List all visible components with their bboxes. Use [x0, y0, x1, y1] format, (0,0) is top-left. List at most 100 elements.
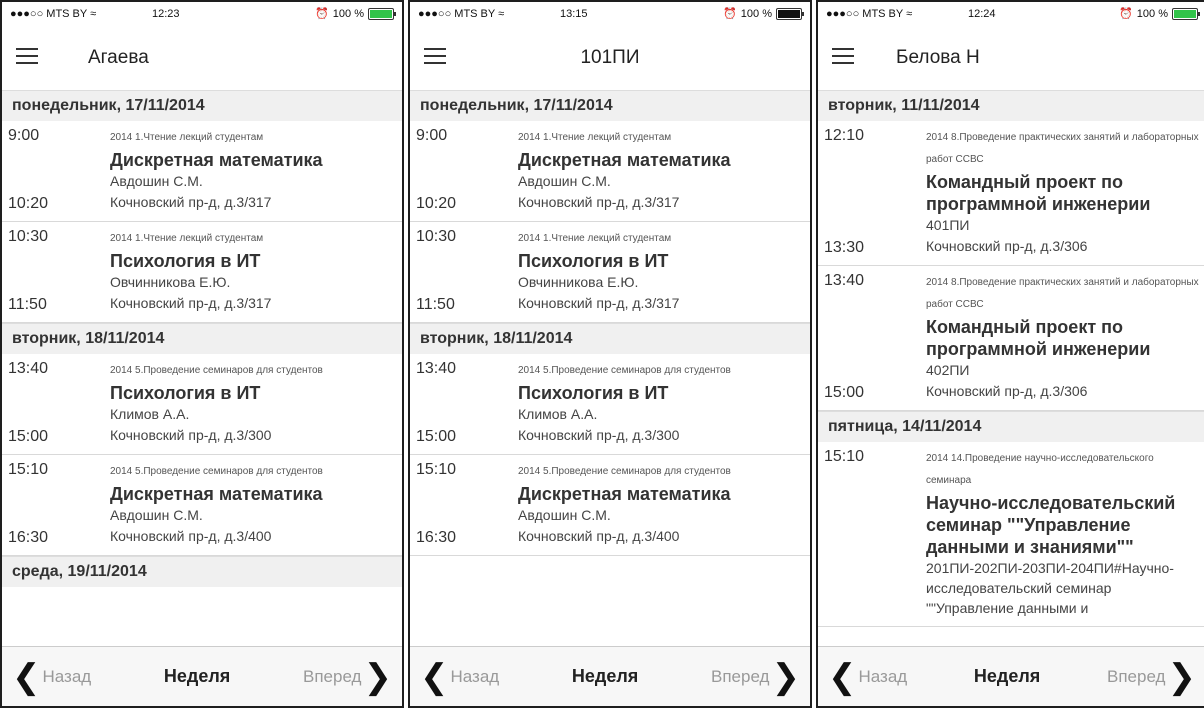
forward-button[interactable]: Вперед ❯	[1107, 660, 1196, 694]
lesson-item[interactable]: 13:40 15:00 2014 5.Проведение семинаров дл…	[410, 354, 810, 455]
lesson-type: 2014 14.Проведение научно-исследовательс…	[926, 453, 1154, 486]
back-label: Назад	[858, 666, 908, 686]
lesson-end-time: 13:30	[824, 239, 865, 256]
battery-indicator: ⏰ 100 %	[1119, 7, 1200, 20]
day-header: понедельник, 17/11/2014	[2, 90, 402, 121]
forward-button[interactable]: Вперед ❯	[303, 660, 392, 694]
lesson-subject: Командный проект по программной инженери…	[926, 172, 1151, 214]
lesson-item[interactable]: 10:30 11:50 2014 1.Чтение лекций студентам…	[2, 222, 402, 323]
lesson-teacher: 201ПИ-202ПИ-203ПИ-204ПИ#Научно-исследова…	[926, 560, 1174, 616]
status-time: 12:23	[152, 8, 180, 20]
lesson-details: 2014 5.Проведение семинаров для студенто…	[110, 360, 402, 446]
week-navigation: ❮ Назад Неделя Вперед ❯	[410, 646, 810, 706]
day-header: вторник, 18/11/2014	[2, 323, 402, 354]
back-button[interactable]: ❮ Назад	[828, 660, 907, 694]
page-title: Белова Н	[896, 47, 980, 68]
forward-label: Вперед	[711, 666, 770, 686]
battery-icon	[776, 7, 804, 20]
schedule-list[interactable]: вторник, 11/11/2014 12:10 13:30 2014 8.Пров…	[818, 90, 1204, 646]
lesson-item[interactable]: 12:10 13:30 2014 8.Проведение практических…	[818, 121, 1204, 266]
lesson-start-time: 15:10	[8, 461, 49, 478]
lesson-type: 2014 5.Проведение семинаров для студенто…	[518, 466, 731, 477]
lesson-room: Кочновский пр-д, д.3/306	[926, 238, 1088, 254]
day-header: среда, 19/11/2014	[2, 556, 402, 587]
status-time: 12:24	[968, 8, 996, 20]
battery-indicator: ⏰ 100 %	[723, 7, 804, 20]
lesson-teacher: Авдошин С.М.	[518, 507, 611, 523]
forward-label: Вперед	[1107, 666, 1166, 686]
lesson-end-time: 10:20	[8, 195, 49, 212]
forward-button[interactable]: Вперед ❯	[711, 660, 800, 694]
chevron-right-icon: ❯	[363, 657, 392, 696]
carrier-signal: ●●●○○ MTS BY ≈	[10, 8, 97, 20]
alarm-icon: ⏰	[315, 8, 329, 20]
lesson-subject: Психология в ИТ	[110, 251, 261, 271]
lesson-type: 2014 8.Проведение практических занятий и…	[926, 132, 1199, 165]
lesson-subject: Психология в ИТ	[518, 383, 669, 403]
lesson-item[interactable]: 10:30 11:50 2014 1.Чтение лекций студентам…	[410, 222, 810, 323]
week-label: Неделя	[571, 666, 639, 686]
lesson-type: 2014 5.Проведение семинаров для студенто…	[518, 365, 731, 376]
phone-screen-agaeva: ●●●○○ MTS BY ≈ 12:23 ⏰ 100 % Агаева понедельн…	[0, 0, 404, 708]
lesson-type: 2014 1.Чтение лекций студентам	[518, 233, 672, 244]
lesson-details: 2014 5.Проведение семинаров для студенто…	[110, 461, 402, 547]
lesson-item[interactable]: 15:10 16:30 2014 5.Проведение семинаров дл…	[410, 455, 810, 556]
lesson-subject: Командный проект по программной инженери…	[926, 317, 1151, 359]
menu-icon[interactable]	[832, 48, 854, 64]
chevron-right-icon: ❯	[1167, 657, 1196, 696]
back-button[interactable]: ❮ Назад	[420, 660, 499, 694]
lesson-teacher: Климов А.А.	[518, 406, 598, 422]
lesson-subject: Научно-исследовательский семинар ""Управ…	[926, 493, 1176, 557]
lesson-end-time: 10:20	[416, 195, 457, 212]
day-header: пятница, 14/11/2014	[818, 411, 1204, 442]
lesson-end-time: 16:30	[416, 529, 457, 546]
lesson-item[interactable]: 13:40 15:00 2014 5.Проведение семинаров дл…	[2, 354, 402, 455]
app-header: Агаева	[2, 26, 402, 90]
lesson-subject: Дискретная математика	[518, 484, 731, 504]
lesson-item[interactable]: 9:00 10:20 2014 1.Чтение лекций студентам Д…	[410, 121, 810, 222]
lesson-teacher: 402ПИ	[926, 362, 970, 378]
lesson-room: Кочновский пр-д, д.3/317	[110, 295, 272, 311]
lesson-end-time: 11:50	[8, 296, 47, 313]
lesson-end-time: 15:00	[8, 428, 49, 445]
app-header: 101ПИ	[410, 26, 810, 90]
status-bar: ●●●○○ MTS BY ≈ 13:15 ⏰ 100 %	[410, 2, 810, 26]
lesson-type: 2014 1.Чтение лекций студентам	[110, 233, 264, 244]
day-header: понедельник, 17/11/2014	[410, 90, 810, 121]
lesson-subject: Дискретная математика	[110, 484, 323, 504]
battery-indicator: ⏰ 100 %	[315, 7, 396, 20]
app-header: Белова Н	[818, 26, 1204, 90]
schedule-list[interactable]: понедельник, 17/11/2014 9:00 10:20 2014 1.Ч…	[410, 90, 810, 646]
lesson-details: 2014 1.Чтение лекций студентам Психология…	[110, 228, 402, 314]
week-navigation: ❮ Назад Неделя Вперед ❯	[818, 646, 1204, 706]
lesson-subject: Психология в ИТ	[518, 251, 669, 271]
lesson-start-time: 10:30	[8, 228, 49, 245]
lesson-item[interactable]: 15:10 16:30 2014 5.Проведение семинаров дл…	[2, 455, 402, 556]
lesson-start-time: 13:40	[416, 360, 457, 377]
status-bar: ●●●○○ MTS BY ≈ 12:23 ⏰ 100 %	[2, 2, 402, 26]
lesson-room: Кочновский пр-д, д.3/317	[518, 194, 680, 210]
lesson-teacher: Овчинникова Е.Ю.	[518, 274, 639, 290]
carrier-signal: ●●●○○ MTS BY ≈	[418, 8, 505, 20]
battery-percent: 100 %	[1136, 7, 1168, 20]
week-navigation: ❮ Назад Неделя Вперед ❯	[2, 646, 402, 706]
phone-screen-101pi: ●●●○○ MTS BY ≈ 13:15 ⏰ 100 % 101ПИ понедельни…	[408, 0, 812, 708]
carrier-signal: ●●●○○ MTS BY ≈	[826, 8, 913, 20]
battery-percent: 100 %	[332, 7, 364, 20]
back-button[interactable]: ❮ Назад	[12, 660, 91, 694]
lesson-start-time: 9:00	[8, 127, 40, 144]
chevron-left-icon: ❮	[420, 657, 449, 696]
lesson-teacher: Авдошин С.М.	[110, 173, 203, 189]
menu-icon[interactable]	[16, 48, 38, 64]
status-time: 13:15	[560, 8, 588, 20]
schedule-list[interactable]: понедельник, 17/11/2014 9:00 10:20 2014 1.Ч…	[2, 90, 402, 646]
lesson-start-time: 9:00	[416, 127, 448, 144]
page-title: Агаева	[88, 47, 149, 68]
lesson-start-time: 13:40	[824, 272, 865, 289]
lesson-room: Кочновский пр-д, д.3/400	[110, 528, 272, 544]
lesson-details: 2014 1.Чтение лекций студентам Психология…	[518, 228, 810, 314]
lesson-item[interactable]: 13:40 15:00 2014 8.Проведение практических…	[818, 266, 1204, 411]
lesson-details: 2014 1.Чтение лекций студентам Дискретная…	[110, 127, 402, 213]
lesson-item[interactable]: 9:00 10:20 2014 1.Чтение лекций студентам Д…	[2, 121, 402, 222]
lesson-item[interactable]: 15:10 2014 14.Проведение научно-исследова…	[818, 442, 1204, 627]
